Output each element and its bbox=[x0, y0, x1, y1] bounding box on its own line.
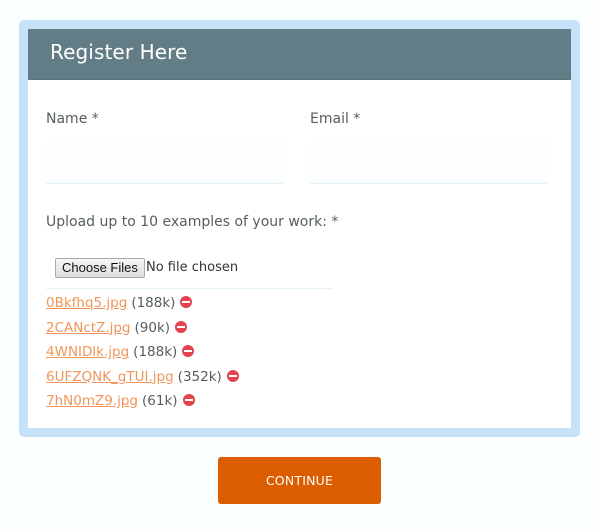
email-label: Email * bbox=[310, 111, 361, 127]
form-header: Register Here bbox=[28, 29, 571, 80]
file-item: 4WNIDlk.jpg (188k) bbox=[46, 340, 239, 365]
remove-file-icon[interactable] bbox=[175, 320, 188, 333]
file-size: (61k) bbox=[142, 393, 178, 409]
file-link[interactable]: 6UFZQNK_gTUI.jpg bbox=[46, 369, 174, 385]
file-status: No file chosen bbox=[146, 260, 239, 275]
name-label: Name * bbox=[46, 111, 99, 127]
name-input[interactable] bbox=[46, 139, 283, 184]
file-size: (188k) bbox=[131, 295, 176, 311]
continue-button[interactable]: CONTINUE bbox=[218, 457, 381, 504]
registration-card: Register Here Name * Email * Upload up t… bbox=[19, 20, 580, 437]
file-item: 0Bkfhq5.jpg (188k) bbox=[46, 291, 239, 316]
remove-file-icon[interactable] bbox=[182, 345, 195, 357]
remove-file-icon[interactable] bbox=[180, 296, 193, 308]
file-size: (188k) bbox=[133, 344, 178, 360]
remove-file-icon[interactable] bbox=[226, 369, 239, 382]
file-item: 7hN0mZ9.jpg (61k) bbox=[46, 389, 239, 414]
form-title: Register Here bbox=[50, 40, 188, 64]
file-size: (90k) bbox=[134, 319, 171, 336]
file-link[interactable]: 7hN0mZ9.jpg bbox=[46, 393, 138, 409]
file-item: 6UFZQNK_gTUI.jpg (352k) bbox=[46, 365, 239, 390]
choose-files-button[interactable]: Choose Files bbox=[55, 258, 145, 278]
email-input[interactable] bbox=[310, 139, 547, 184]
file-link[interactable]: 4WNIDlk.jpg bbox=[46, 344, 129, 360]
file-link[interactable]: 2CANctZ.jpg bbox=[46, 320, 131, 336]
file-item: 2CANctZ.jpg (90k) bbox=[46, 316, 239, 341]
uploaded-file-list: 0Bkfhq5.jpg (188k) 2CANctZ.jpg (90k) 4WNID… bbox=[46, 291, 239, 414]
file-link[interactable]: 0Bkfhq5.jpg bbox=[46, 295, 127, 311]
upload-label: Upload up to 10 examples of your work: * bbox=[46, 214, 339, 230]
remove-file-icon[interactable] bbox=[182, 394, 195, 406]
file-size: (352k) bbox=[177, 368, 222, 385]
file-input: Choose Files No file chosen bbox=[46, 258, 333, 289]
